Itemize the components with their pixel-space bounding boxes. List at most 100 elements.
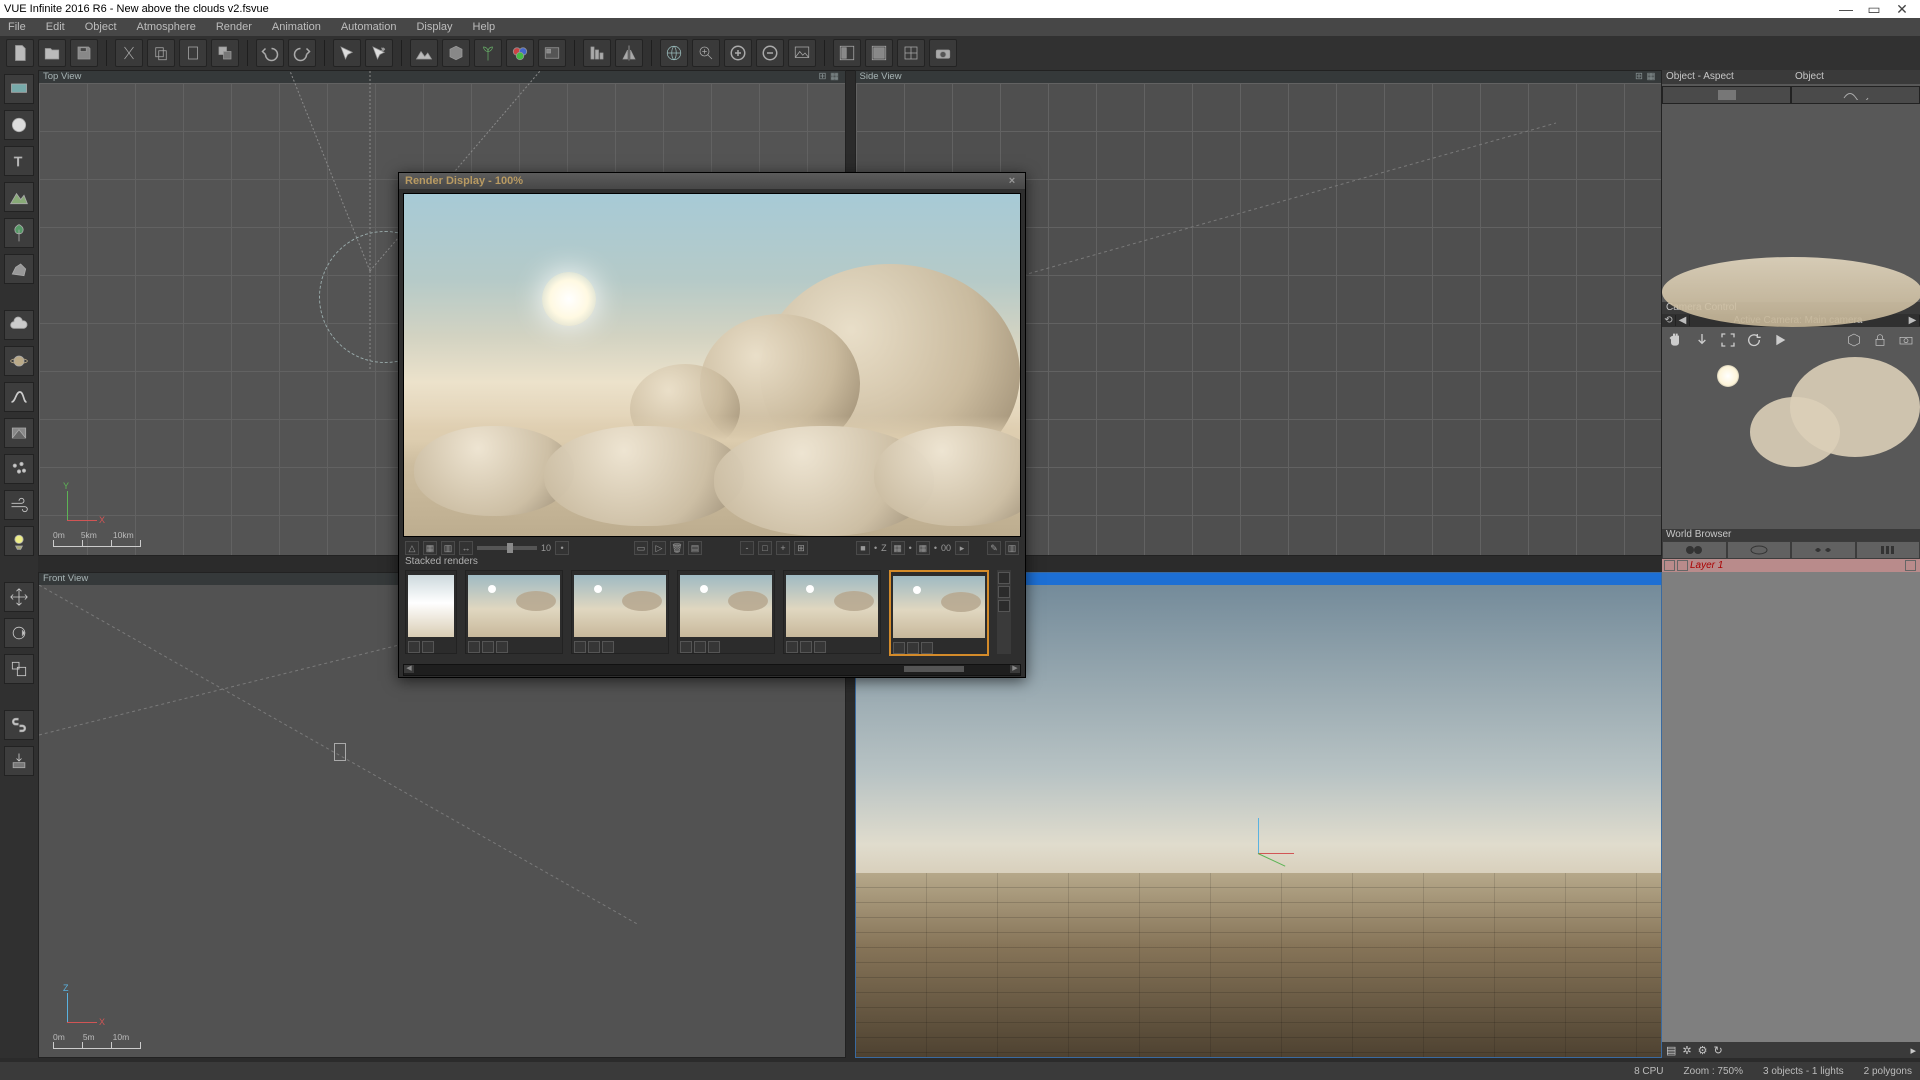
minimize-button[interactable]: — bbox=[1832, 0, 1860, 18]
scale-tool[interactable] bbox=[4, 654, 34, 684]
zoom-in-button[interactable] bbox=[724, 39, 752, 67]
cloud-tool[interactable] bbox=[4, 310, 34, 340]
zoom-out-icon[interactable]: - bbox=[740, 541, 754, 555]
rotate-tool[interactable] bbox=[4, 618, 34, 648]
render-dialog-close-button[interactable]: × bbox=[1005, 173, 1019, 189]
render-thumb[interactable] bbox=[405, 570, 457, 654]
select-button[interactable] bbox=[333, 39, 361, 67]
vp-opts-icon[interactable]: ▦ bbox=[1645, 71, 1657, 83]
spline-tool[interactable] bbox=[4, 382, 34, 412]
menu-animation[interactable]: Animation bbox=[272, 21, 321, 33]
water-tool[interactable] bbox=[4, 74, 34, 104]
render-thumb[interactable] bbox=[571, 570, 669, 654]
zoom-actual-icon[interactable]: ⊞ bbox=[794, 541, 808, 555]
select-by-name-button[interactable]: » bbox=[365, 39, 393, 67]
camera-back-button[interactable]: ◀ bbox=[1676, 315, 1690, 326]
render-thumb[interactable] bbox=[677, 570, 775, 654]
wb-settings-icon[interactable]: ⚙ bbox=[1698, 1044, 1708, 1057]
cut-button[interactable] bbox=[115, 39, 143, 67]
pan-tool[interactable] bbox=[1666, 330, 1686, 350]
planet-tool[interactable] bbox=[4, 346, 34, 376]
wb-menu-icon[interactable]: ▸ bbox=[1910, 1044, 1916, 1057]
menu-display[interactable]: Display bbox=[416, 21, 452, 33]
wb-tab-library[interactable] bbox=[1856, 541, 1920, 559]
render-info-button[interactable]: △ bbox=[405, 541, 419, 555]
render-thumb[interactable] bbox=[783, 570, 881, 654]
plant-button[interactable] bbox=[474, 39, 502, 67]
zoom-out-button[interactable] bbox=[756, 39, 784, 67]
exposure-slider[interactable] bbox=[477, 546, 537, 550]
menu-atmosphere[interactable]: Atmosphere bbox=[137, 21, 196, 33]
menu-edit[interactable]: Edit bbox=[46, 21, 65, 33]
camera-marker[interactable] bbox=[334, 743, 346, 761]
wb-tab-materials[interactable] bbox=[1727, 541, 1792, 559]
render-swap-button[interactable]: ↔ bbox=[459, 541, 473, 555]
down-tool[interactable] bbox=[1692, 330, 1712, 350]
vp-zoom-icon[interactable]: ⊞ bbox=[817, 71, 829, 83]
move-tool[interactable] bbox=[4, 582, 34, 612]
layer-row[interactable]: Layer 1 bbox=[1662, 559, 1920, 572]
frame-tool[interactable] bbox=[1718, 330, 1738, 350]
lock-icon[interactable] bbox=[1870, 330, 1890, 350]
menu-automation[interactable]: Automation bbox=[341, 21, 397, 33]
camera-button[interactable] bbox=[929, 39, 957, 67]
snapshot-button[interactable] bbox=[788, 39, 816, 67]
comp-b-button[interactable]: ▦ bbox=[916, 541, 930, 555]
new-file-button[interactable] bbox=[6, 39, 34, 67]
vp-zoom-icon[interactable]: ⊞ bbox=[1633, 71, 1645, 83]
save-file-button[interactable] bbox=[70, 39, 98, 67]
rock-tool[interactable] bbox=[4, 254, 34, 284]
material-button[interactable] bbox=[506, 39, 534, 67]
channel-button[interactable]: ■ bbox=[856, 541, 870, 555]
menu-object[interactable]: Object bbox=[85, 21, 117, 33]
menu-file[interactable]: File bbox=[8, 21, 26, 33]
light-tool[interactable] bbox=[4, 526, 34, 556]
text-tool[interactable]: T bbox=[4, 146, 34, 176]
camera-render-icon[interactable] bbox=[1896, 330, 1916, 350]
render-thumb[interactable] bbox=[465, 570, 563, 654]
wb-filter-icon[interactable]: ✲ bbox=[1682, 1044, 1691, 1057]
paste-button[interactable] bbox=[179, 39, 207, 67]
maximize-button[interactable]: ▭ bbox=[1860, 0, 1888, 18]
copy-button[interactable] bbox=[147, 39, 175, 67]
wb-tab-objects[interactable] bbox=[1662, 541, 1727, 559]
play-button[interactable] bbox=[1770, 330, 1790, 350]
layout-3-button[interactable] bbox=[897, 39, 925, 67]
region-button[interactable]: ▷ bbox=[652, 541, 666, 555]
cube-icon[interactable] bbox=[1844, 330, 1864, 350]
undo-button[interactable] bbox=[256, 39, 284, 67]
render-display-dialog[interactable]: Render Display - 100% × △ ▦ ▥ ↔ 10 • ▭ ▷… bbox=[398, 172, 1026, 678]
globe-button[interactable] bbox=[660, 39, 688, 67]
ecosystem-tool[interactable] bbox=[4, 418, 34, 448]
zoom-fit-button[interactable] bbox=[692, 39, 720, 67]
render-thumb-selected[interactable] bbox=[889, 570, 989, 656]
terrain-tool[interactable] bbox=[4, 182, 34, 212]
open-file-button[interactable] bbox=[38, 39, 66, 67]
trash-button[interactable]: 🗑 bbox=[670, 541, 684, 555]
exposure-reset-button[interactable]: • bbox=[555, 541, 569, 555]
world-browser-list[interactable]: Layer 1 bbox=[1662, 559, 1920, 1042]
wb-refresh-icon[interactable]: ↻ bbox=[1714, 1044, 1723, 1057]
layout-2-button[interactable] bbox=[865, 39, 893, 67]
thumb-side-controls[interactable] bbox=[997, 570, 1011, 654]
align-button[interactable] bbox=[583, 39, 611, 67]
camera-prev-button[interactable]: ⟲ bbox=[1662, 315, 1676, 326]
orbit-tool[interactable] bbox=[1744, 330, 1764, 350]
wb-tab-links[interactable] bbox=[1791, 541, 1856, 559]
brush-button[interactable]: ✎ bbox=[987, 541, 1001, 555]
zoom-fit-icon[interactable]: □ bbox=[758, 541, 772, 555]
camera-next-button[interactable]: ▶ bbox=[1906, 315, 1920, 326]
menu-render[interactable]: Render bbox=[216, 21, 252, 33]
crop-button[interactable]: ▭ bbox=[634, 541, 648, 555]
particle-tool[interactable] bbox=[4, 454, 34, 484]
layout-1-button[interactable] bbox=[833, 39, 861, 67]
redo-button[interactable] bbox=[288, 39, 316, 67]
wb-new-layer-icon[interactable]: ▤ bbox=[1666, 1044, 1676, 1057]
mirror-button[interactable] bbox=[615, 39, 643, 67]
render-save-button[interactable]: ▦ bbox=[423, 541, 437, 555]
zoom-in-icon[interactable]: + bbox=[776, 541, 790, 555]
detail-button[interactable]: ▥ bbox=[1005, 541, 1019, 555]
render-copy-button[interactable]: ▥ bbox=[441, 541, 455, 555]
menu-help[interactable]: Help bbox=[473, 21, 496, 33]
close-button[interactable]: ✕ bbox=[1888, 0, 1916, 18]
